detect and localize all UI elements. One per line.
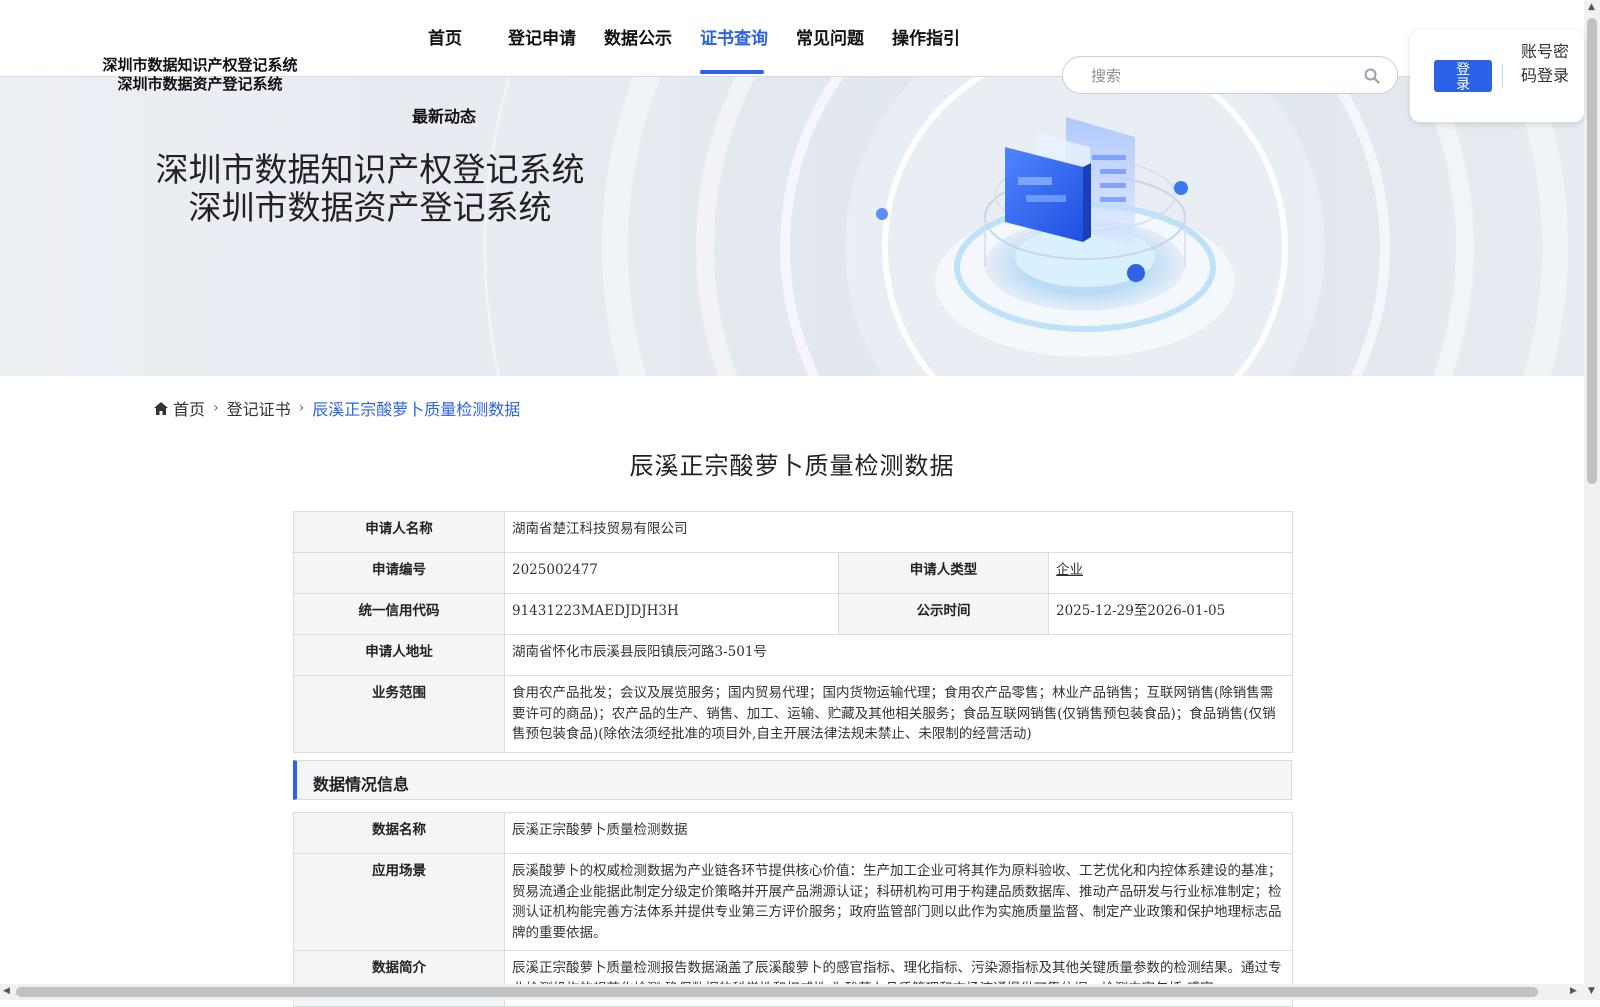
credit-code-value: 91431223MAEDJDJH3H [504,593,839,635]
nav-item-register-apply[interactable]: 登记申请 [508,24,576,49]
data-info-section-header: 数据情况信息 [293,760,1292,800]
horizontal-scrollbar[interactable]: ◀ ▶ [0,984,1584,1000]
applicant-address-value: 湖南省怀化市辰溪县辰阳镇辰河路3-501号 [504,634,1293,676]
table-row: 应用场景 辰溪酸萝卜的权威检测数据为产业链各环节提供核心价值：生产加工企业可将其… [293,853,1293,951]
nav-item-data-publicity[interactable]: 数据公示 [604,24,672,49]
applicant-type-cell: 企业 [1048,552,1293,594]
vertical-scrollbar[interactable]: ▲ ▼ [1584,0,1600,1000]
table-row: 申请人名称 湖南省楚江科技贸易有限公司 [293,511,1293,553]
application-scenario-value: 辰溪酸萝卜的权威检测数据为产业链各环节提供核心价值：生产加工企业可将其作为原料验… [504,853,1293,951]
table-row: 数据名称 辰溪正宗酸萝卜质量检测数据 [293,812,1293,854]
hero-banner: 深圳市数据知识产权登记系统 深圳市数据资产登记系统 [0,77,1584,376]
scroll-up-icon[interactable]: ▲ [1588,2,1595,12]
application-scenario-label: 应用场景 [293,853,505,951]
breadcrumb: 首页 › 登记证书 › 辰溪正宗酸萝卜质量检测数据 [154,396,520,420]
chevron-right-icon: › [213,400,219,416]
search-input[interactable] [1089,65,1353,87]
business-scope-value: 食用农产品批发；会议及展览服务；国内贸易代理；国内货物运输代理；食用农产品零售；… [504,675,1293,753]
nav-item-certificate-query[interactable]: 证书查询 [700,24,768,49]
logo-line-1: 深圳市数据知识产权登记系统 [102,56,298,74]
horizontal-scrollbar-thumb[interactable] [16,987,1538,997]
publicity-time-value: 2025-12-29至2026-01-05 [1048,593,1293,635]
vertical-scrollbar-thumb[interactable] [1587,18,1597,484]
scroll-left-icon[interactable]: ◀ [3,986,10,996]
table-row: 申请编号 2025002477 申请人类型 企业 [293,552,1293,594]
chevron-right-icon: › [298,400,305,416]
data-name-label: 数据名称 [293,812,505,854]
search-box [1062,56,1398,94]
banner-title: 深圳市数据知识产权登记系统 深圳市数据资产登记系统 [150,151,590,227]
banner-title-line-2: 深圳市数据资产登记系统 [188,188,552,227]
login-panel: 登录 账号密码登录 [1410,30,1584,122]
account-password-login-link[interactable]: 账号密码登录 [1520,40,1570,88]
nav-sub-latest-news[interactable]: 最新动态 [412,103,476,127]
business-scope-label: 业务范围 [293,675,505,753]
applicant-address-label: 申请人地址 [293,634,505,676]
section-heading: 数据情况信息 [313,775,410,794]
login-button-label: 登录 [1456,62,1470,93]
logo-line-2: 深圳市数据资产登记系统 [117,75,283,93]
active-tab-indicator [700,70,764,74]
application-number-value: 2025002477 [504,552,839,594]
data-info-table: 数据名称 辰溪正宗酸萝卜质量检测数据 应用场景 辰溪酸萝卜的权威检测数据为产业链… [293,812,1293,1007]
page-title: 辰溪正宗酸萝卜质量检测数据 [629,452,955,480]
table-row: 业务范围 食用农产品批发；会议及展览服务；国内贸易代理；国内货物运输代理；食用农… [293,675,1293,753]
nav-item-home[interactable]: 首页 [428,24,462,49]
scroll-down-icon[interactable]: ▼ [1588,986,1595,996]
breadcrumb-certificates[interactable]: 登记证书 [227,396,291,420]
breadcrumb-home[interactable]: 首页 [154,396,205,420]
scroll-right-icon[interactable]: ▶ [1570,986,1577,996]
site-logo-text[interactable]: 深圳市数据知识产权登记系统 深圳市数据资产登记系统 [90,56,310,94]
applicant-name-label: 申请人名称 [293,511,505,553]
search-icon[interactable] [1363,67,1381,85]
data-name-value: 辰溪正宗酸萝卜质量检测数据 [504,812,1293,854]
applicant-type-value[interactable]: 企业 [1056,562,1083,578]
credit-code-label: 统一信用代码 [293,593,505,635]
table-row: 统一信用代码 91431223MAEDJDJH3H 公示时间 2025-12-2… [293,593,1293,635]
breadcrumb-current: 辰溪正宗酸萝卜质量检测数据 [312,400,521,419]
applicant-name-value: 湖南省楚江科技贸易有限公司 [504,511,1293,553]
login-divider [1502,64,1503,88]
nav-item-guide[interactable]: 操作指引 [892,24,960,49]
breadcrumb-home-label: 首页 [173,400,206,419]
applicant-info-table: 申请人名称 湖南省楚江科技贸易有限公司 申请编号 2025002477 申请人类… [293,511,1293,753]
table-row: 申请人地址 湖南省怀化市辰溪县辰阳镇辰河路3-501号 [293,634,1293,676]
home-icon [154,401,168,415]
applicant-type-label: 申请人类型 [838,552,1049,594]
application-number-label: 申请编号 [293,552,505,594]
login-button[interactable]: 登录 [1434,60,1492,92]
nav-item-faq[interactable]: 常见问题 [796,24,864,49]
publicity-time-label: 公示时间 [838,593,1049,635]
banner-title-line-1: 深圳市数据知识产权登记系统 [155,150,585,189]
